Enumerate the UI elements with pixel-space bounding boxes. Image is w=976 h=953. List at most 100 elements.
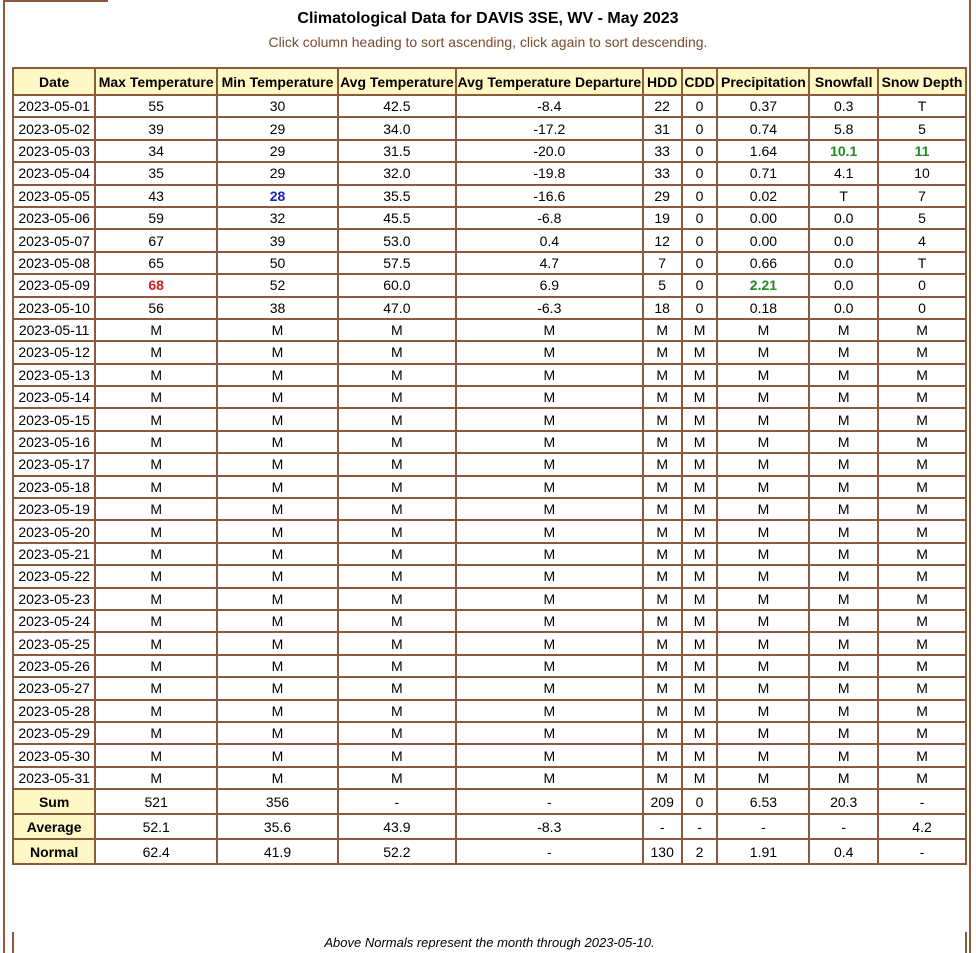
- cell-date: 2023-05-19: [11, 497, 97, 522]
- cell-hdd: 19: [641, 205, 683, 231]
- cell-cdd: 0: [680, 228, 719, 253]
- summary-label: Sum: [11, 788, 97, 816]
- cell-avg-temperature-departure: M: [454, 385, 644, 410]
- cell-max-temperature: 55: [94, 93, 219, 119]
- column-header-avg-temperature[interactable]: Avg Temperature: [336, 67, 457, 96]
- table-row: 2023-05-19 M M M M M M M M M: [11, 497, 967, 522]
- cell-precipitation: 0.71: [716, 161, 811, 186]
- cell-snow-depth: 0: [877, 273, 967, 298]
- cell-max-temperature: M: [94, 653, 219, 679]
- cell-avg-temperature: M: [336, 317, 457, 343]
- column-header-avg-temperature-departure[interactable]: Avg Temperature Departure: [454, 67, 644, 96]
- column-header-precipitation[interactable]: Precipitation: [716, 67, 811, 96]
- cell-snowfall: 0.0: [808, 295, 880, 320]
- table-row: 2023-05-29 M M M M M M M M M: [11, 720, 967, 746]
- summary-cell-hdd: 209: [641, 788, 683, 816]
- summary-cell-snowfall: 0.4: [808, 838, 880, 866]
- summary-cell-avg-temperature-departure: -: [454, 788, 644, 816]
- cell-precipitation: M: [716, 497, 811, 522]
- column-header-cdd[interactable]: CDD: [680, 67, 719, 96]
- column-header-hdd[interactable]: HDD: [641, 67, 683, 96]
- cell-date: 2023-05-12: [11, 340, 97, 365]
- summary-label: Average: [11, 813, 97, 841]
- cell-avg-temperature: 34.0: [336, 116, 457, 141]
- cell-avg-temperature-departure: M: [454, 608, 644, 634]
- cell-precipitation: M: [716, 564, 811, 589]
- cell-avg-temperature-departure: M: [454, 676, 644, 701]
- cell-snow-depth: M: [877, 586, 967, 612]
- cell-max-temperature: M: [94, 340, 219, 365]
- cell-snowfall: M: [808, 474, 880, 500]
- cell-cdd: M: [680, 519, 719, 544]
- summary-cell-cdd: -: [680, 813, 719, 841]
- cell-snowfall: M: [808, 564, 880, 589]
- cell-snow-depth: M: [877, 362, 967, 388]
- cell-date: 2023-05-25: [11, 631, 97, 656]
- cell-snow-depth: M: [877, 631, 967, 656]
- cell-date: 2023-05-15: [11, 407, 97, 432]
- cell-cdd: M: [680, 720, 719, 746]
- cell-avg-temperature: M: [336, 743, 457, 768]
- cell-max-temperature: M: [94, 474, 219, 500]
- frame-tab: [3, 0, 108, 2]
- cell-snow-depth: T: [877, 250, 967, 276]
- cell-snowfall: M: [808, 698, 880, 723]
- cell-hdd: 7: [641, 250, 683, 276]
- table-row: 2023-05-21 M M M M M M M M M: [11, 541, 967, 567]
- cell-snow-depth: M: [877, 407, 967, 432]
- cell-date: 2023-05-22: [11, 564, 97, 589]
- summary-cell-min-temperature: 356: [216, 788, 339, 816]
- summary-cell-hdd: -: [641, 813, 683, 841]
- cell-precipitation: M: [716, 765, 811, 791]
- cell-hdd: 22: [641, 93, 683, 119]
- table-row: 2023-05-13 M M M M M M M M M: [11, 362, 967, 388]
- cell-precipitation: 0.00: [716, 205, 811, 231]
- cell-max-temperature: M: [94, 608, 219, 634]
- cell-snow-depth: M: [877, 497, 967, 522]
- table-row: 2023-05-16 M M M M M M M M M: [11, 429, 967, 455]
- cell-avg-temperature-departure: 4.7: [454, 250, 644, 276]
- cell-cdd: M: [680, 698, 719, 723]
- cell-hdd: M: [641, 743, 683, 768]
- table-row: 2023-05-23 M M M M M M M M M: [11, 586, 967, 612]
- summary-label: Normal: [11, 838, 97, 866]
- cell-hdd: M: [641, 720, 683, 746]
- cell-cdd: M: [680, 385, 719, 410]
- table-body: 2023-05-01 55 30 42.5 -8.4 22 0 0.37 0.3 T 2023-05…: [11, 93, 967, 866]
- column-header-snowfall[interactable]: Snowfall: [808, 67, 880, 96]
- cell-precipitation: M: [716, 340, 811, 365]
- cell-max-temperature: 39: [94, 116, 219, 141]
- cell-min-temperature: 29: [216, 138, 339, 164]
- cell-snow-depth: T: [877, 93, 967, 119]
- column-header-min-temperature[interactable]: Min Temperature: [216, 67, 339, 96]
- cell-snowfall: M: [808, 631, 880, 656]
- cell-avg-temperature-departure: M: [454, 519, 644, 544]
- column-header-date[interactable]: Date: [11, 67, 97, 96]
- cell-max-temperature: M: [94, 317, 219, 343]
- cell-min-temperature: 52: [216, 273, 339, 298]
- cell-avg-temperature-departure: M: [454, 541, 644, 567]
- cell-min-temperature: M: [216, 429, 339, 455]
- cell-avg-temperature-departure: M: [454, 317, 644, 343]
- cell-min-temperature: M: [216, 385, 339, 410]
- cell-max-temperature: M: [94, 407, 219, 432]
- cell-min-temperature: M: [216, 474, 339, 500]
- cell-precipitation: M: [716, 385, 811, 410]
- cell-avg-temperature-departure: M: [454, 407, 644, 432]
- cell-snowfall: M: [808, 429, 880, 455]
- table-row: 2023-05-14 M M M M M M M M M: [11, 385, 967, 410]
- cell-avg-temperature-departure: M: [454, 586, 644, 612]
- cell-avg-temperature: 42.5: [336, 93, 457, 119]
- cell-cdd: M: [680, 631, 719, 656]
- cell-precipitation: 0.18: [716, 295, 811, 320]
- summary-cell-snowfall: 20.3: [808, 788, 880, 816]
- cell-avg-temperature: M: [336, 497, 457, 522]
- table-row: 2023-05-27 M M M M M M M M M: [11, 676, 967, 701]
- cell-snowfall: 0.0: [808, 205, 880, 231]
- cell-avg-temperature-departure: M: [454, 765, 644, 791]
- column-header-max-temperature[interactable]: Max Temperature: [94, 67, 219, 96]
- cell-cdd: 0: [680, 161, 719, 186]
- column-header-snow-depth[interactable]: Snow Depth: [877, 67, 967, 96]
- cell-date: 2023-05-18: [11, 474, 97, 500]
- cell-max-temperature: M: [94, 385, 219, 410]
